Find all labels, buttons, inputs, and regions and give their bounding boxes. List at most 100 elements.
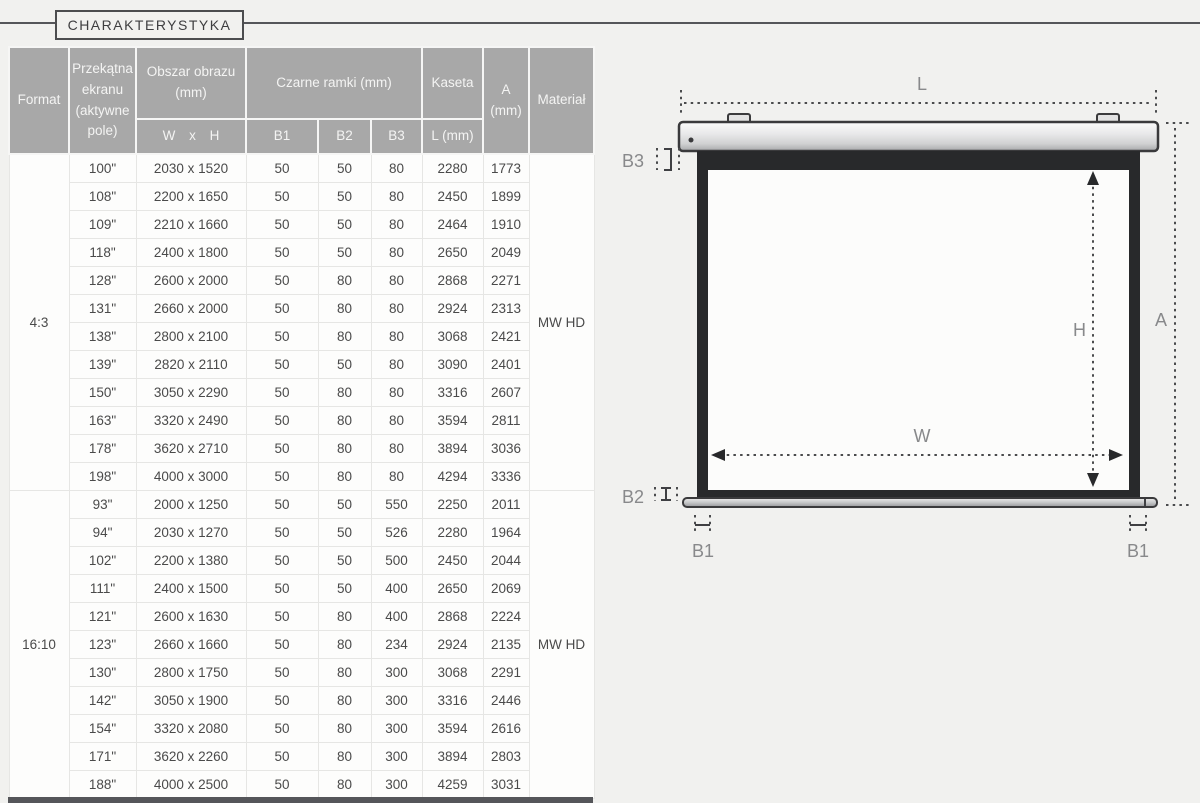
cell-b1: 50 [246,351,318,379]
table-row: 123"2660 x 1660508023429242135 [9,631,594,659]
cell-a: 2069 [483,575,529,603]
cell-l: 3316 [422,379,483,407]
cell-l: 4294 [422,463,483,491]
cell-b2: 80 [318,435,371,463]
cell-wxh: 2660 x 2000 [136,295,246,323]
cassette-housing [679,122,1158,151]
table-row: 139"2820 x 211050508030902401 [9,351,594,379]
table-row: 171"3620 x 2260508030038942803 [9,743,594,771]
table-row: 118"2400 x 180050508026502049 [9,239,594,267]
cell-diagonal: 131" [69,295,136,323]
cell-diagonal: 178" [69,435,136,463]
cell-wxh: 2200 x 1650 [136,183,246,211]
cell-l: 2450 [422,183,483,211]
cell-l: 2650 [422,239,483,267]
cell-b1: 50 [246,435,318,463]
cell-wxh: 2600 x 2000 [136,267,246,295]
cell-b3: 80 [371,407,422,435]
cell-b3: 80 [371,295,422,323]
cell-b2: 50 [318,183,371,211]
cell-b3: 80 [371,183,422,211]
cell-l: 3068 [422,659,483,687]
table-row: 131"2660 x 200050808029242313 [9,295,594,323]
cell-wxh: 2000 x 1250 [136,491,246,519]
cell-diagonal: 142" [69,687,136,715]
cell-wxh: 2400 x 1800 [136,239,246,267]
dim-label-l: L [917,74,927,94]
table-row: 94"2030 x 1270505052622801964 [9,519,594,547]
table-row: 111"2400 x 1500505040026502069 [9,575,594,603]
material-cell: MW HD [529,491,594,799]
cell-l: 2924 [422,631,483,659]
format-cell: 16:10 [9,491,69,799]
cell-b1: 50 [246,295,318,323]
cell-a: 2313 [483,295,529,323]
cell-b3: 80 [371,435,422,463]
cell-a: 1910 [483,211,529,239]
dim-label-h: H [1073,320,1086,340]
cell-diagonal: 100" [69,154,136,183]
cell-b3: 80 [371,379,422,407]
col-header-b1: B1 [246,119,318,154]
cassette-screw-icon [689,138,694,143]
cell-b2: 80 [318,295,371,323]
table-body: 4:3100"2030 x 152050508022801773MW HD108… [9,154,594,799]
cell-b1: 50 [246,491,318,519]
cell-b2: 50 [318,519,371,547]
cell-b3: 80 [371,267,422,295]
cell-b1: 50 [246,519,318,547]
col-header-b2: B2 [318,119,371,154]
cell-b2: 80 [318,407,371,435]
table-row: 102"2200 x 1380505050024502044 [9,547,594,575]
cell-b1: 50 [246,575,318,603]
cell-b2: 50 [318,491,371,519]
dim-label-w: W [914,426,931,446]
dim-label-b3: B3 [622,151,644,171]
cell-b1: 50 [246,154,318,183]
cell-l: 2450 [422,547,483,575]
cell-b1: 50 [246,687,318,715]
cell-b3: 400 [371,575,422,603]
cell-a: 2011 [483,491,529,519]
cell-wxh: 3050 x 2290 [136,379,246,407]
diagram-svg: L H W A B3 B2 [600,40,1200,580]
cell-wxh: 3620 x 2260 [136,743,246,771]
cell-a: 2616 [483,715,529,743]
cell-b1: 50 [246,631,318,659]
table-row: 198"4000 x 300050808042943336 [9,463,594,491]
cell-diagonal: 138" [69,323,136,351]
cell-a: 2271 [483,267,529,295]
table-row: 128"2600 x 200050808028682271 [9,267,594,295]
cell-b3: 300 [371,771,422,799]
cell-a: 2401 [483,351,529,379]
cell-a: 3336 [483,463,529,491]
table-row: 188"4000 x 2500508030042593031 [9,771,594,799]
cell-a: 3031 [483,771,529,799]
cell-b3: 526 [371,519,422,547]
cell-b1: 50 [246,379,318,407]
cell-diagonal: 111" [69,575,136,603]
cell-b1: 50 [246,771,318,799]
cell-diagonal: 94" [69,519,136,547]
cell-l: 2464 [422,211,483,239]
cell-b3: 80 [371,239,422,267]
cell-b2: 50 [318,239,371,267]
cell-diagonal: 128" [69,267,136,295]
material-cell: MW HD [529,154,594,491]
cell-l: 3316 [422,687,483,715]
col-header-b3: B3 [371,119,422,154]
section-title-box: CHARAKTERYSTYKA [55,10,244,40]
cell-b3: 500 [371,547,422,575]
cell-diagonal: 118" [69,239,136,267]
cell-wxh: 2600 x 1630 [136,603,246,631]
cell-a: 2421 [483,323,529,351]
cell-l: 2280 [422,154,483,183]
cell-b2: 80 [318,771,371,799]
col-header-diagonal: Przekątna ekranu (aktywne pole) [69,47,136,154]
cell-a: 2803 [483,743,529,771]
cell-wxh: 3320 x 2080 [136,715,246,743]
cell-diagonal: 102" [69,547,136,575]
cell-l: 2650 [422,575,483,603]
cell-b1: 50 [246,463,318,491]
cell-b1: 50 [246,715,318,743]
